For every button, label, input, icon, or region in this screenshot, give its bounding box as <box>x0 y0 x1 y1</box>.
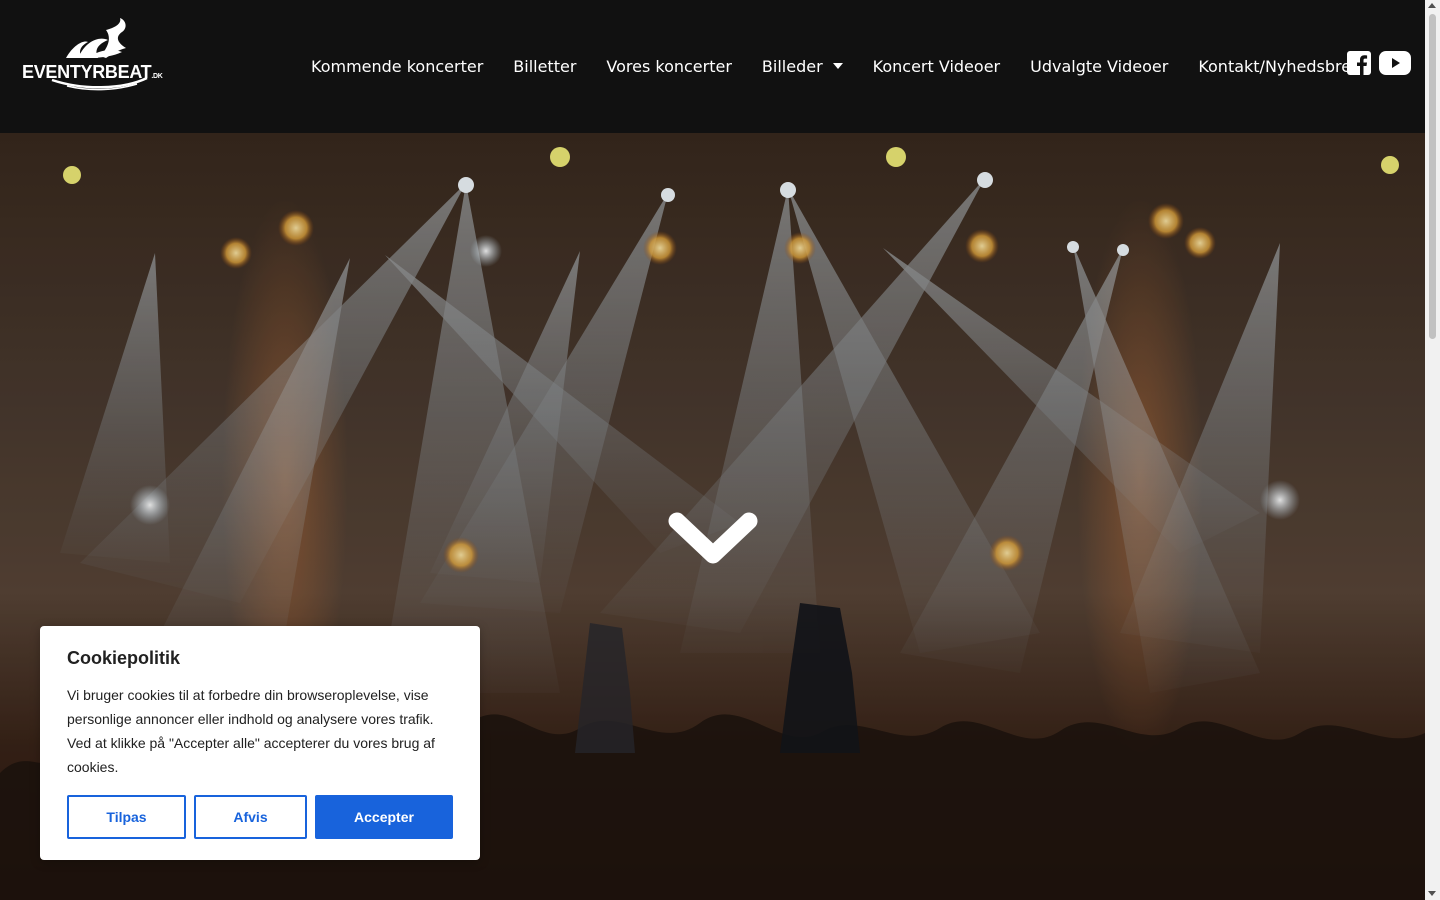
scroll-thumb[interactable] <box>1429 14 1436 339</box>
logo-wordmark: EVENTYRBEAT.DK <box>22 62 163 82</box>
scroll-up-icon[interactable] <box>1428 3 1436 8</box>
youtube-icon[interactable] <box>1379 51 1411 75</box>
accept-button[interactable]: Accepter <box>315 795 453 839</box>
caret-down-icon <box>832 63 843 69</box>
nav-item-koncert-videoer[interactable]: Koncert Videoer <box>858 57 1015 76</box>
site-logo[interactable]: EVENTYRBEAT.DK <box>22 18 172 92</box>
page-scrollbar[interactable] <box>1425 0 1440 900</box>
scroll-down-icon[interactable] <box>1428 891 1436 896</box>
nav-item-vores-koncerter[interactable]: Vores koncerter <box>591 57 747 76</box>
cookie-title: Cookiepolitik <box>67 648 181 668</box>
main-nav: Kommende koncerter Billetter Vores konce… <box>296 46 1376 86</box>
nav-item-billetter[interactable]: Billetter <box>498 57 591 76</box>
cookie-consent-dialog: Cookiepolitik Vi bruger cookies til at f… <box>40 626 480 860</box>
facebook-icon[interactable] <box>1347 51 1371 75</box>
nav-item-kommende-koncerter[interactable]: Kommende koncerter <box>296 57 498 76</box>
customize-button[interactable]: Tilpas <box>67 795 186 839</box>
reject-button[interactable]: Afvis <box>194 795 307 839</box>
nav-item-billeder[interactable]: Billeder <box>747 57 858 76</box>
nav-item-udvalgte-videoer[interactable]: Udvalgte Videoer <box>1015 57 1183 76</box>
cookie-description: Vi bruger cookies til at forbedre din br… <box>67 687 435 775</box>
chevron-down-icon[interactable] <box>668 509 758 569</box>
site-header: EVENTYRBEAT.DK Kommende koncerter Billet… <box>0 0 1425 133</box>
